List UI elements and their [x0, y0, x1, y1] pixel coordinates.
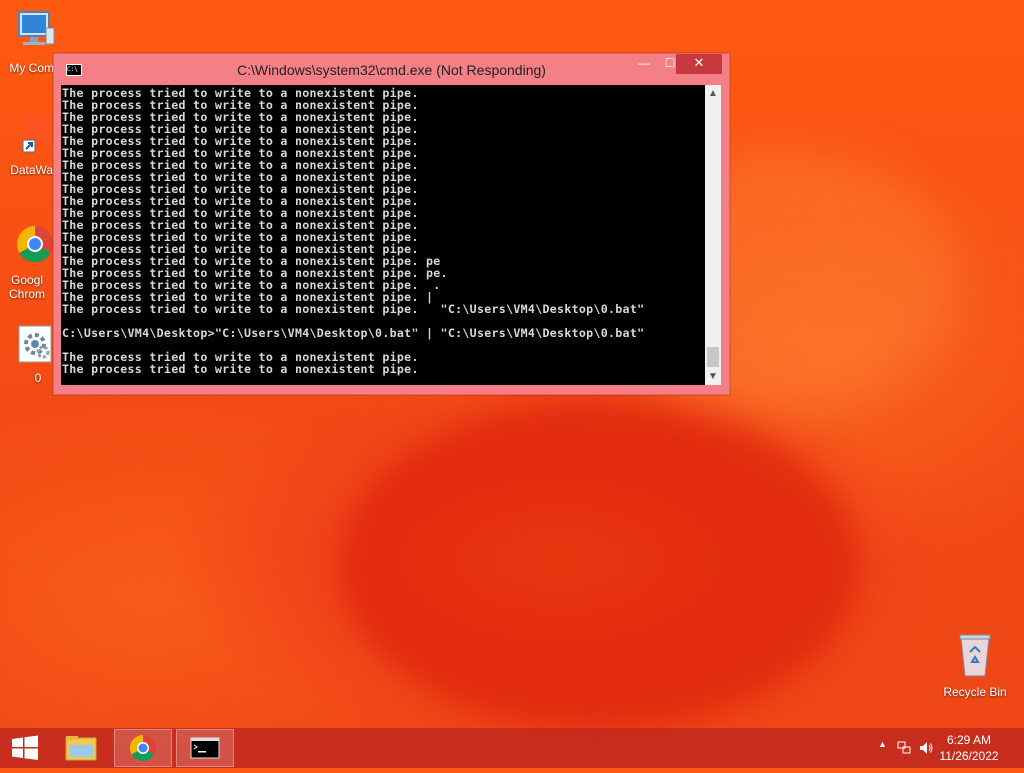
- wallpaper-swirl: [340, 400, 860, 730]
- desktop-icon-recycle-bin[interactable]: Recycle Bin: [940, 630, 1010, 699]
- console-text: The process tried to write to a nonexist…: [62, 86, 645, 376]
- scroll-up-icon[interactable]: ▲: [705, 85, 721, 102]
- clock[interactable]: 6:29 AM 11/26/2022: [934, 732, 1004, 764]
- taskbar: ▲ 6:29 AM 11/26/2022: [0, 728, 1024, 768]
- start-button[interactable]: [0, 728, 50, 768]
- desktop-icon-label: Recycle Bin: [943, 685, 1007, 699]
- window-title: C:\Windows\system32\cmd.exe (Not Respond…: [237, 62, 546, 78]
- minimize-button[interactable]: —: [631, 54, 657, 74]
- vertical-scrollbar[interactable]: ▲ ▼: [705, 85, 721, 385]
- taskbar-chrome[interactable]: [114, 729, 172, 767]
- system-tray: ▲ 6:29 AM 11/26/2022: [864, 728, 1024, 768]
- volume-icon[interactable]: [918, 740, 934, 756]
- clock-date: 11/26/2022: [939, 749, 999, 763]
- console-output[interactable]: The process tried to write to a nonexist…: [61, 85, 705, 385]
- cmd-window[interactable]: C:\ C:\Windows\system32\cmd.exe (Not Res…: [53, 53, 730, 395]
- windows-logo-icon: [12, 735, 38, 760]
- recycle-bin-icon: [940, 630, 1010, 681]
- desktop-icon-label: Googl Chrom: [8, 273, 45, 301]
- taskbar-cmd[interactable]: [176, 729, 234, 767]
- scroll-thumb[interactable]: [707, 347, 719, 367]
- taskbar-file-explorer[interactable]: [52, 729, 110, 767]
- window-titlebar[interactable]: C:\ C:\Windows\system32\cmd.exe (Not Res…: [54, 54, 729, 85]
- scroll-down-icon[interactable]: ▼: [705, 368, 721, 385]
- network-icon[interactable]: [896, 740, 912, 756]
- cmd-icon: [190, 737, 220, 759]
- clock-time: 6:29 AM: [946, 733, 992, 747]
- chrome-icon: [129, 734, 156, 762]
- file-explorer-icon: [65, 736, 97, 761]
- computer-icon: [0, 8, 70, 57]
- show-hidden-icons-icon[interactable]: ▲: [878, 739, 887, 749]
- close-button[interactable]: ✕: [676, 54, 722, 74]
